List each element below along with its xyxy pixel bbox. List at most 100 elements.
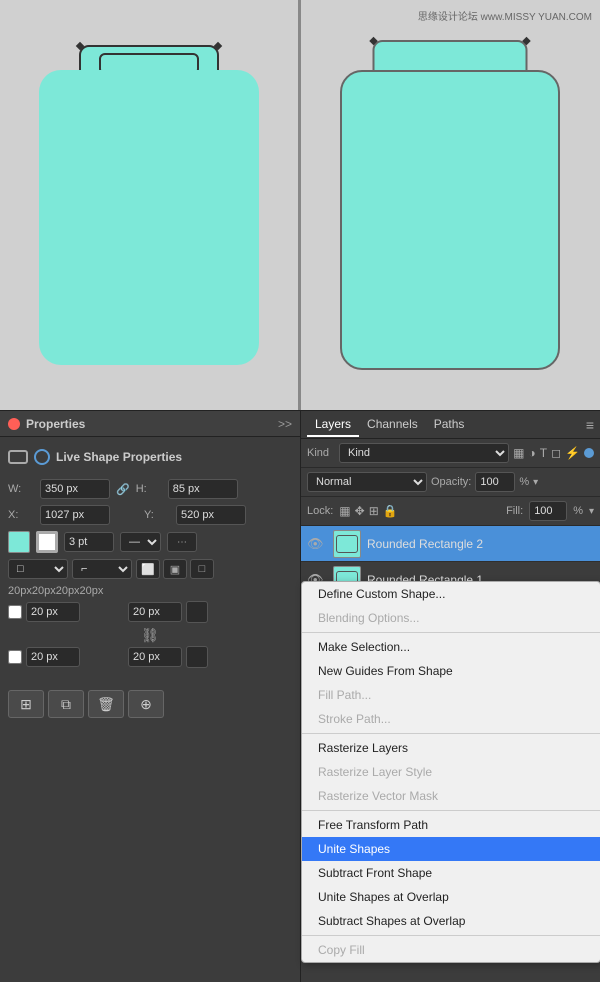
lock-all-icon[interactable]: 🔒 bbox=[383, 504, 398, 518]
shape-delete-btn[interactable]: 🗑 bbox=[88, 690, 124, 718]
panel-close-button[interactable] bbox=[8, 418, 20, 430]
shape-delete-icon: 🗑 bbox=[97, 696, 115, 713]
height-label: H: bbox=[136, 483, 164, 495]
layers-panel: Layers Channels Paths ≡ Kind Kind ▦ ◑ T … bbox=[300, 410, 600, 982]
tab-paths[interactable]: Paths bbox=[426, 413, 473, 437]
panel-collapse-button[interactable]: >> bbox=[278, 417, 292, 431]
opacity-percent: % bbox=[519, 476, 529, 488]
align-btn-1[interactable]: ⬜ bbox=[136, 559, 160, 579]
filter-icons: ▦ ◑ T ◻ ⚡ bbox=[513, 446, 594, 460]
layer-row-1[interactable]: 👁 Rounded Rectangle 2 bbox=[301, 526, 600, 562]
corner-tr-input[interactable] bbox=[128, 602, 182, 622]
menu-make-selection[interactable]: Make Selection... bbox=[302, 635, 600, 659]
kind-select[interactable]: Kind bbox=[339, 443, 509, 463]
stroke-style-btn[interactable]: ⋯ bbox=[167, 532, 197, 552]
x-input[interactable] bbox=[40, 505, 110, 525]
fill-color-swatch[interactable] bbox=[8, 531, 30, 553]
corner-bl-checkbox[interactable] bbox=[8, 650, 22, 664]
live-shape-label: Live Shape Properties bbox=[56, 450, 182, 464]
canvas-area: 思缘设计论坛 www.MISSY YUAN.COM bbox=[0, 0, 600, 410]
filter-smart-icon[interactable]: ⚡ bbox=[565, 446, 580, 460]
tab-layers[interactable]: Layers bbox=[307, 413, 359, 437]
menu-subtract-shapes-overlap[interactable]: Subtract Shapes at Overlap bbox=[302, 909, 600, 933]
shape-duplicate-btn[interactable]: ⧉ bbox=[48, 690, 84, 718]
filter-adjust-icon[interactable]: ◑ bbox=[528, 446, 535, 460]
lock-position-icon[interactable]: ✥ bbox=[355, 504, 365, 518]
tab-channels[interactable]: Channels bbox=[359, 413, 426, 437]
eye-icon-1[interactable]: 👁 bbox=[307, 536, 327, 552]
menu-new-guides[interactable]: New Guides From Shape bbox=[302, 659, 600, 683]
stroke-type-select[interactable]: — bbox=[120, 532, 161, 552]
menu-define-custom-shape[interactable]: Define Custom Shape... bbox=[302, 582, 600, 606]
menu-free-transform-path[interactable]: Free Transform Path bbox=[302, 813, 600, 837]
blend-mode-select[interactable]: Normal bbox=[307, 472, 427, 492]
bottom-area: Properties >> Live Shape Properties W: 🔗… bbox=[0, 410, 600, 982]
chain-row: ⛓ bbox=[8, 627, 292, 644]
fill-input[interactable] bbox=[529, 501, 567, 521]
lock-artboard-icon[interactable]: ⊞ bbox=[369, 504, 379, 518]
mode-opacity-row: Normal Opacity: % ▾ bbox=[301, 468, 600, 497]
canvas-right bbox=[300, 0, 600, 410]
filter-shape-icon[interactable]: ◻ bbox=[551, 446, 561, 460]
layer-thumb-inner-1 bbox=[336, 535, 358, 553]
chain-link-icon: ⛓ bbox=[137, 627, 163, 644]
clipboard-body-left bbox=[39, 70, 259, 365]
layers-tabs: Layers Channels Paths ≡ bbox=[301, 411, 600, 439]
shape-add-btn[interactable]: ⊞ bbox=[8, 690, 44, 718]
menu-rasterize-layers[interactable]: Rasterize Layers bbox=[302, 736, 600, 760]
layer-name-1: Rounded Rectangle 2 bbox=[367, 537, 594, 551]
cap-select[interactable]: □ bbox=[8, 559, 68, 579]
filter-type-icon[interactable]: T bbox=[540, 446, 547, 460]
lock-pixel-icon[interactable]: ▦ bbox=[339, 504, 350, 518]
opacity-input[interactable] bbox=[475, 472, 515, 492]
menu-divider-2 bbox=[302, 733, 600, 734]
live-shape-header: Live Shape Properties bbox=[8, 445, 292, 469]
align-btn-3[interactable]: □ bbox=[190, 559, 214, 579]
shape-more-icon: ⊕ bbox=[140, 696, 152, 713]
opacity-label: Opacity: bbox=[431, 476, 471, 488]
menu-stroke-path: Stroke Path... bbox=[302, 707, 600, 731]
properties-panel: Properties >> Live Shape Properties W: 🔗… bbox=[0, 410, 300, 982]
stroke-color-swatch[interactable] bbox=[36, 531, 58, 553]
lock-icons: ▦ ✥ ⊞ 🔒 bbox=[339, 504, 397, 518]
menu-unite-shapes-overlap[interactable]: Unite Shapes at Overlap bbox=[302, 885, 600, 909]
join-select[interactable]: ⌐ bbox=[72, 559, 132, 579]
corner-br-icon bbox=[186, 646, 208, 668]
panel-header: Properties >> bbox=[0, 411, 300, 437]
anchor-r-tr bbox=[522, 37, 530, 45]
corner-tl-checkbox[interactable] bbox=[8, 605, 22, 619]
y-input[interactable] bbox=[176, 505, 246, 525]
width-input[interactable] bbox=[40, 479, 110, 499]
clipboard-shape-right bbox=[340, 40, 560, 370]
menu-divider-4 bbox=[302, 935, 600, 936]
corner-bl-input[interactable] bbox=[26, 647, 80, 667]
corner-br-input[interactable] bbox=[128, 647, 182, 667]
menu-copy-fill: Copy Fill bbox=[302, 938, 600, 962]
lock-fill-row: Lock: ▦ ✥ ⊞ 🔒 Fill: % ▾ bbox=[301, 497, 600, 526]
height-input[interactable] bbox=[168, 479, 238, 499]
wh-row: W: 🔗 H: bbox=[8, 479, 292, 499]
shape-rect-icon bbox=[8, 450, 28, 464]
fill-arrow: ▾ bbox=[589, 506, 594, 517]
menu-unite-shapes[interactable]: Unite Shapes bbox=[302, 837, 600, 861]
corner-tr-icon bbox=[186, 601, 208, 623]
menu-rasterize-vector-mask: Rasterize Vector Mask bbox=[302, 784, 600, 808]
lock-label: Lock: bbox=[307, 505, 333, 517]
filter-pixel-icon[interactable]: ▦ bbox=[513, 446, 524, 460]
stroke-width-input[interactable] bbox=[64, 532, 114, 552]
bottom-corners-row bbox=[8, 646, 292, 668]
corner-radius-label: 20px20px20px20px bbox=[8, 585, 292, 597]
panel-body: Live Shape Properties W: 🔗 H: X: Y: bbox=[0, 437, 300, 682]
shape-more-btn[interactable]: ⊕ bbox=[128, 690, 164, 718]
menu-divider-3 bbox=[302, 810, 600, 811]
shape-add-icon: ⊞ bbox=[20, 696, 32, 713]
width-label: W: bbox=[8, 483, 36, 495]
menu-subtract-front-shape[interactable]: Subtract Front Shape bbox=[302, 861, 600, 885]
align-buttons: ⬜ ▣ □ bbox=[136, 559, 214, 579]
align-btn-2[interactable]: ▣ bbox=[163, 559, 187, 579]
fill-percent: % bbox=[573, 505, 583, 517]
corner-tl-input[interactable] bbox=[26, 602, 80, 622]
menu-divider-1 bbox=[302, 632, 600, 633]
opacity-arrow: ▾ bbox=[533, 477, 538, 488]
layers-menu-icon[interactable]: ≡ bbox=[586, 417, 594, 433]
